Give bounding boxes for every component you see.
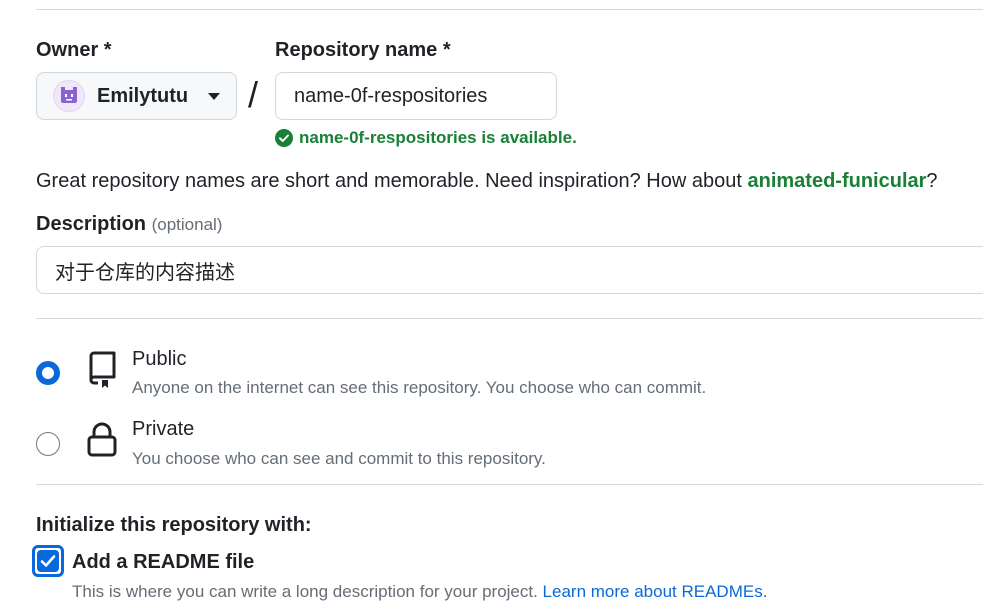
repository-name-input[interactable]: [275, 72, 557, 120]
readme-description-text: This is where you can write a long descr…: [72, 582, 543, 601]
readme-label[interactable]: Add a README file: [72, 551, 254, 574]
description-label-text: Description: [36, 213, 147, 235]
repo-icon: [89, 351, 116, 388]
middle-divider: [36, 318, 983, 319]
public-radio[interactable]: [36, 361, 60, 385]
avatar-icon: [61, 87, 77, 103]
avatar: [53, 80, 85, 112]
checkmark-icon: [40, 555, 56, 567]
owner-dropdown[interactable]: Emilytutu: [36, 72, 237, 120]
learn-more-readmes-link[interactable]: Learn more about READMEs.: [543, 582, 768, 601]
private-description: You choose who can see and commit to thi…: [132, 449, 546, 468]
inspiration-suffix: ?: [926, 170, 938, 192]
initialize-label: Initialize this repository with:: [36, 514, 312, 536]
readme-checkbox[interactable]: [32, 545, 64, 577]
inspiration-text: Great repository names are short and mem…: [36, 170, 748, 192]
bottom-divider: [36, 484, 983, 485]
private-title: Private: [132, 418, 195, 440]
top-divider: [36, 9, 983, 10]
description-label: Description (optional): [36, 213, 222, 236]
readme-description: This is where you can write a long descr…: [72, 582, 767, 602]
name-inspiration: Great repository names are short and mem…: [36, 170, 938, 193]
public-title: Public: [132, 348, 187, 370]
check-circle-icon: [275, 129, 293, 147]
availability-message: name-0f-respositories is available.: [275, 128, 577, 148]
private-radio[interactable]: [36, 432, 60, 456]
checkbox-fill: [37, 550, 59, 572]
owner-repo-separator: /: [248, 74, 259, 115]
owner-name: Emilytutu: [97, 84, 189, 107]
description-input[interactable]: [36, 246, 983, 294]
availability-text: name-0f-respositories is available.: [299, 128, 577, 147]
owner-label: Owner *: [36, 39, 112, 61]
optional-hint: (optional): [151, 215, 223, 234]
suggested-name-link[interactable]: animated-funicular: [747, 170, 926, 192]
chevron-down-icon: [208, 93, 220, 100]
lock-icon: [87, 422, 117, 457]
public-description: Anyone on the internet can see this repo…: [132, 378, 707, 397]
repository-name-label: Repository name *: [275, 39, 451, 61]
